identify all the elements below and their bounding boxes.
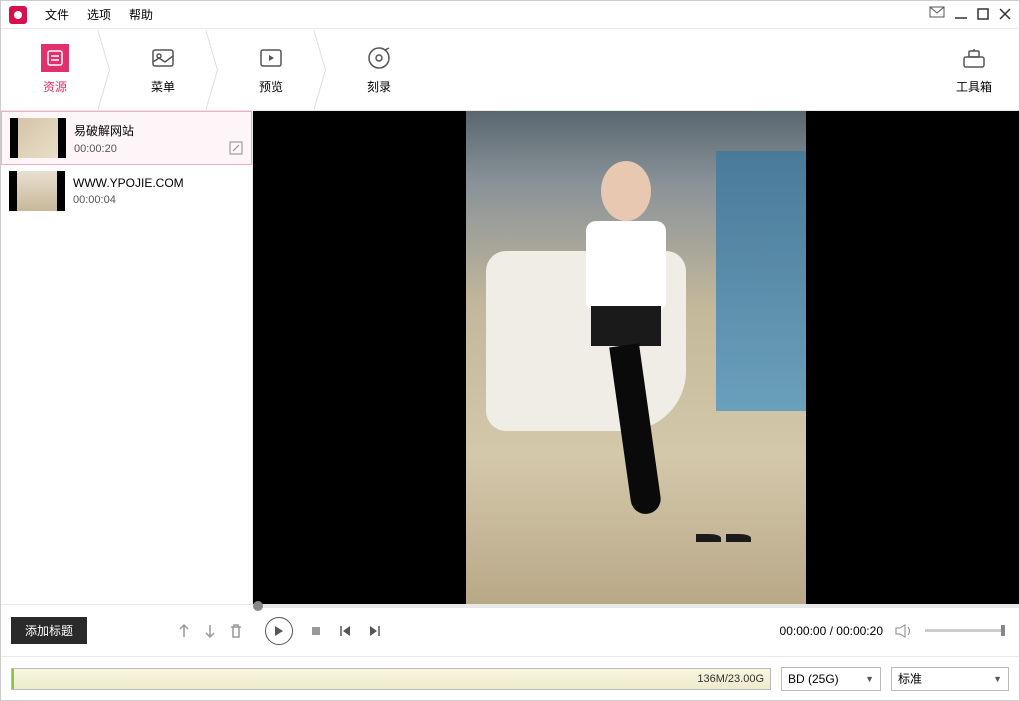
playback-time: 00:00:00 / 00:00:20 — [780, 624, 883, 638]
capacity-text: 136M/23.00G — [697, 673, 764, 685]
clip-title: 易破解网站 — [74, 122, 243, 139]
chevron-down-icon: ▼ — [993, 674, 1002, 684]
tab-resource[interactable]: 资源 — [1, 29, 109, 111]
clip-item[interactable]: WWW.YPOJIE.COM 00:00:04 — [1, 165, 252, 217]
notification-icon[interactable] — [929, 6, 945, 23]
toolbox-button[interactable]: 工具箱 — [929, 29, 1019, 111]
next-button[interactable] — [369, 625, 381, 637]
window-controls — [929, 6, 1011, 23]
tab-menu[interactable]: 菜单 — [109, 29, 217, 111]
tab-preview[interactable]: 预览 — [217, 29, 325, 111]
edit-icon[interactable] — [229, 141, 243, 158]
clip-thumbnail — [10, 118, 66, 158]
clip-title: WWW.YPOJIE.COM — [73, 176, 244, 190]
tab-resource-label: 资源 — [43, 78, 67, 95]
menu-options[interactable]: 选项 — [87, 6, 111, 23]
volume-icon[interactable] — [895, 624, 913, 638]
move-up-icon[interactable] — [177, 623, 191, 639]
add-title-button[interactable]: 添加标题 — [11, 617, 87, 644]
main-area: 易破解网站 00:00:20 WWW.YPOJIE.COM 00:00:04 — [1, 111, 1019, 604]
status-bar: 136M/23.00G BD (25G) ▼ 标准 ▼ — [1, 656, 1019, 700]
quality-value: 标准 — [898, 670, 922, 687]
clip-duration: 00:00:04 — [73, 194, 244, 206]
minimize-icon[interactable] — [955, 7, 967, 23]
clip-thumbnail — [9, 171, 65, 211]
menu-file[interactable]: 文件 — [45, 6, 69, 23]
stop-button[interactable] — [311, 626, 321, 636]
clip-list: 易破解网站 00:00:20 WWW.YPOJIE.COM 00:00:04 — [1, 111, 253, 604]
tab-menu-label: 菜单 — [151, 78, 175, 95]
move-down-icon[interactable] — [203, 623, 217, 639]
playback-controls: 添加标题 00:00:00 / 00:00:20 — [1, 604, 1019, 656]
tab-preview-label: 预览 — [259, 78, 283, 95]
maximize-icon[interactable] — [977, 7, 989, 23]
volume-slider[interactable] — [925, 629, 1005, 632]
disc-type-dropdown[interactable]: BD (25G) ▼ — [781, 667, 881, 691]
disc-type-value: BD (25G) — [788, 672, 839, 686]
prev-button[interactable] — [339, 625, 351, 637]
seek-slider[interactable] — [253, 604, 1019, 608]
play-button[interactable] — [265, 617, 293, 645]
menu-help[interactable]: 帮助 — [129, 6, 153, 23]
trash-icon[interactable] — [229, 623, 243, 639]
tab-burn[interactable]: 刻录 — [325, 29, 433, 111]
app-logo-icon — [9, 6, 27, 24]
titlebar: 文件 选项 帮助 — [1, 1, 1019, 29]
preview-pane — [253, 111, 1019, 604]
tab-burn-label: 刻录 — [367, 78, 391, 95]
preview-image — [466, 111, 806, 604]
toolbox-label: 工具箱 — [956, 78, 992, 95]
close-icon[interactable] — [999, 7, 1011, 23]
quality-dropdown[interactable]: 标准 ▼ — [891, 667, 1009, 691]
toolbar: 资源 菜单 预览 刻录 工具箱 — [1, 29, 1019, 111]
capacity-bar: 136M/23.00G — [11, 668, 771, 690]
clip-item[interactable]: 易破解网站 00:00:20 — [1, 111, 252, 165]
clip-duration: 00:00:20 — [74, 143, 243, 155]
chevron-down-icon: ▼ — [865, 674, 874, 684]
